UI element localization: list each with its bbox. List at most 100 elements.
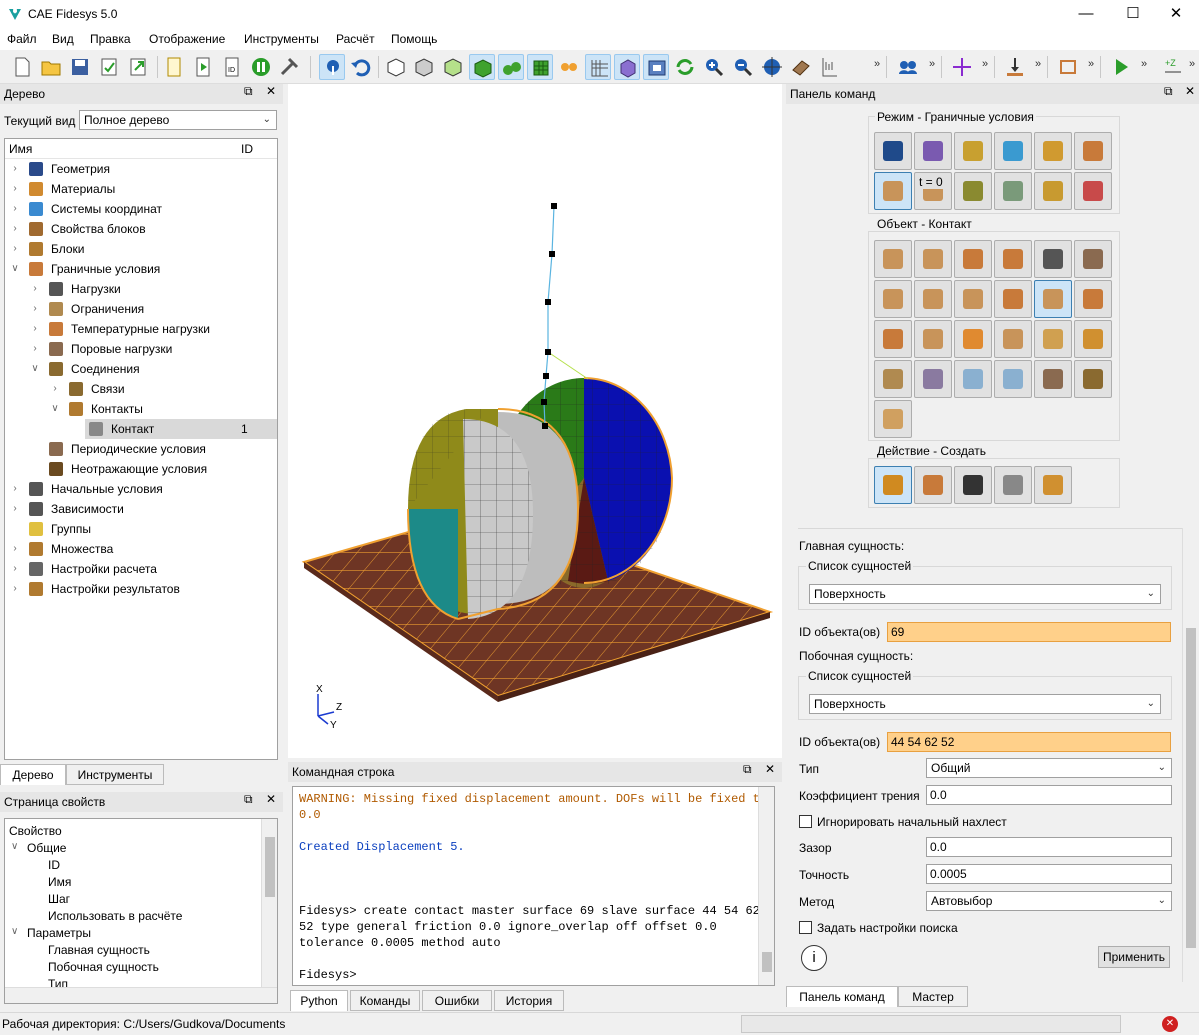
float-icon[interactable]: ⧉ [244,792,253,807]
close-button[interactable]: ✕ [1153,0,1199,28]
temperature-button[interactable] [874,320,912,358]
menu-help[interactable]: Помощь [391,32,437,46]
coords-mode-button[interactable] [994,132,1032,170]
load-button[interactable] [914,240,952,278]
tree-item[interactable]: › Нагрузки [5,279,277,299]
info-icon[interactable]: i [801,945,827,971]
mesh-mode-button[interactable] [914,132,952,170]
properties-hscrollbar[interactable] [5,987,277,1003]
wireframe-view-icon[interactable] [383,54,409,80]
column-id[interactable]: ID [241,142,253,156]
maximize-button[interactable]: ☐ [1110,0,1156,28]
chevron-right-icon[interactable]: › [9,559,21,579]
float-icon[interactable]: ⧉ [743,762,752,777]
chevron-right-icon[interactable]: › [9,539,21,559]
contact-button[interactable] [1034,280,1072,318]
tree-item[interactable]: › Блоки [5,239,277,259]
tab-commands[interactable]: Команды [350,990,420,1011]
periodic-cond-button[interactable] [1034,360,1072,398]
menu-edit[interactable]: Правка [90,32,131,46]
tree-item[interactable]: ∨ Контакты [5,399,277,419]
chevron-right-icon[interactable]: › [29,279,41,299]
open-folder-icon[interactable] [38,54,64,80]
toolbar-overflow-icon[interactable]: » [929,58,935,70]
menu-display[interactable]: Отображение [149,32,225,46]
undo-icon[interactable] [347,54,373,80]
gap-input[interactable]: 0.0 [926,837,1172,857]
select-mode-icon[interactable] [319,54,345,80]
create-action-button[interactable] [874,466,912,504]
bc-mode-button[interactable] [874,172,912,210]
pressure-button[interactable] [954,240,992,278]
point-source-button[interactable] [954,360,992,398]
heat-gen-button[interactable] [1074,320,1112,358]
master-entity-select[interactable]: Поверхность ⌄ [809,584,1161,604]
tab-errors[interactable]: Ошибки [422,990,492,1011]
tolerance-input[interactable]: 0.0005 [926,864,1172,884]
materials-mode-button[interactable] [954,132,992,170]
periodic-button[interactable] [914,360,952,398]
friction-input[interactable]: 0.0 [926,785,1172,805]
apply-button[interactable]: Применить [1098,946,1170,968]
tree-item[interactable]: › Множества [5,539,277,559]
tab-python[interactable]: Python [290,990,348,1011]
axis-z-icon[interactable]: +Z [1160,54,1186,80]
close-panel-icon[interactable]: ✕ [266,84,276,98]
tab-tree[interactable]: Дерево [0,764,66,785]
column-name[interactable]: Имя [9,142,32,156]
hidden-line-view-icon[interactable] [411,54,437,80]
distributed-button[interactable] [994,240,1032,278]
ignore-overlap-checkbox[interactable] [799,815,812,828]
menu-tools[interactable]: Инструменты [244,32,319,46]
slave-id-input[interactable]: 44 54 62 52 [887,732,1171,752]
console-output[interactable]: WARNING: Missing fixed displacement amou… [292,786,775,986]
rotation-button[interactable] [914,280,952,318]
chevron-right-icon[interactable]: › [9,159,21,179]
zoom-in-icon[interactable] [701,54,727,80]
menu-view[interactable]: Вид [52,32,74,46]
measure-icon[interactable] [817,54,843,80]
pause-icon[interactable] [248,54,274,80]
export-icon[interactable] [125,54,151,80]
property-group-params[interactable]: Параметры [27,926,91,940]
list-action-button[interactable] [954,466,992,504]
tab-command-panel[interactable]: Панель команд [786,986,898,1007]
gravity-button[interactable] [1034,240,1072,278]
console-scrollbar[interactable] [758,787,774,985]
save-icon[interactable] [67,54,93,80]
force-button[interactable] [874,240,912,278]
tab-history[interactable]: История [494,990,564,1011]
radiation-button[interactable] [994,320,1032,358]
groups-mode-button[interactable] [1074,132,1112,170]
script-icon[interactable] [161,54,187,80]
tree-item[interactable]: › Настройки результатов [5,579,277,599]
chevron-right-icon[interactable]: › [29,339,41,359]
toolbar-overflow-icon[interactable]: » [874,58,880,70]
tools-icon[interactable] [277,54,303,80]
surface-select-icon[interactable] [498,54,524,80]
window-view-icon[interactable] [643,54,669,80]
tree-item[interactable]: › Связи [5,379,277,399]
error-icon[interactable]: ✕ [1162,1016,1178,1032]
grid-icon[interactable] [585,54,611,80]
tree-item[interactable]: › Начальные условия [5,479,277,499]
volume-source-button[interactable] [994,360,1032,398]
users-icon[interactable] [895,54,921,80]
current-view-select[interactable]: Полное дерево ⌄ [79,110,277,130]
refresh-icon[interactable] [672,54,698,80]
toolbar-overflow-icon[interactable]: » [1189,58,1195,70]
chevron-right-icon[interactable]: › [9,579,21,599]
tree-item[interactable]: ∨ Граничные условия [5,259,277,279]
chevron-right-icon[interactable]: › [9,199,21,219]
gap-button[interactable] [1074,280,1112,318]
chevron-right-icon[interactable]: › [9,499,21,519]
slave-entity-select[interactable]: Поверхность ⌄ [809,694,1161,714]
chevron-down-icon[interactable]: ∨ [9,259,21,279]
tree-item[interactable]: Группы [5,519,277,539]
tab-tools[interactable]: Инструменты [66,764,164,785]
modify-action-button[interactable] [914,466,952,504]
chevron-right-icon[interactable]: › [9,179,21,199]
tree-item[interactable]: › Свойства блоков [5,219,277,239]
chevron-right-icon[interactable]: › [29,299,41,319]
initial-mode-button[interactable]: t = 0 [914,172,952,210]
